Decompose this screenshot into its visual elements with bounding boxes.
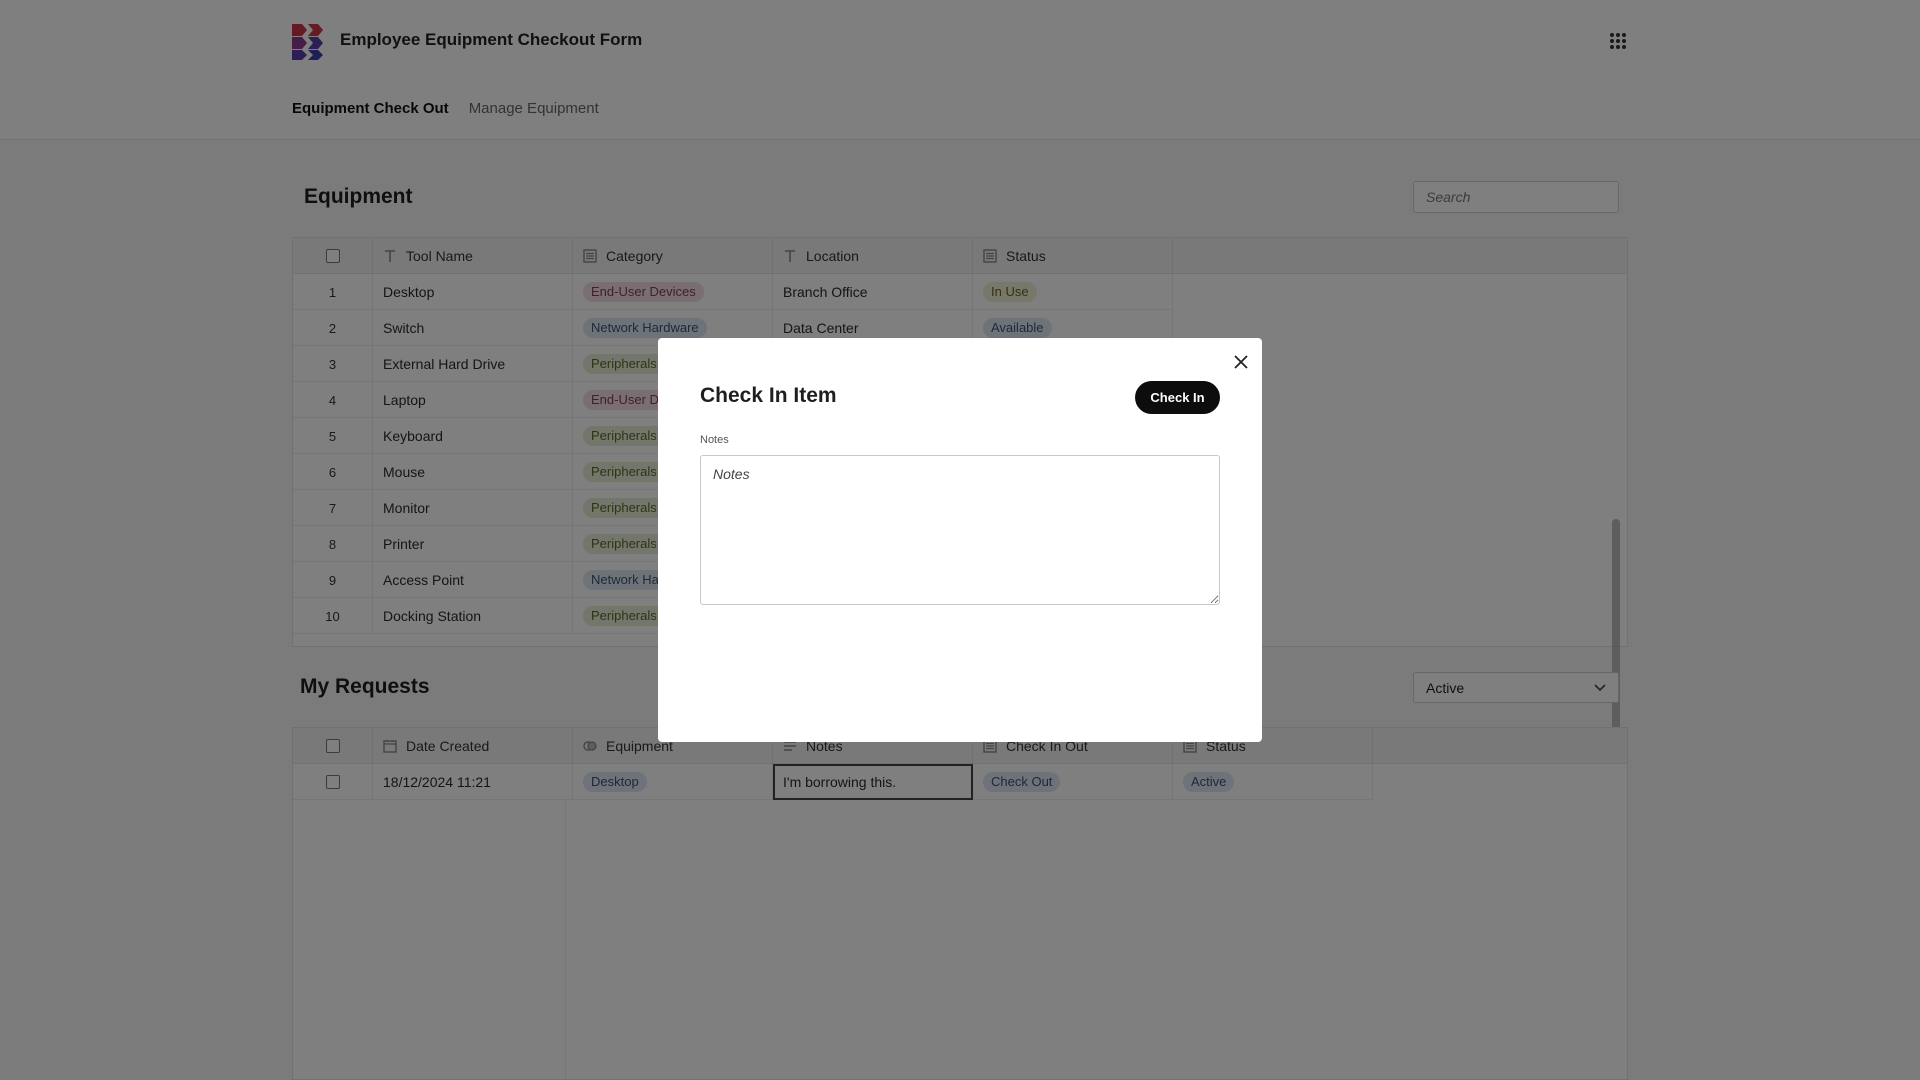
notes-label: Notes	[700, 434, 729, 446]
close-icon[interactable]	[1229, 350, 1253, 374]
modal-title: Check In Item	[700, 384, 837, 407]
notes-field[interactable]	[700, 455, 1220, 605]
check-in-modal: Check In Item Check In Notes	[658, 338, 1262, 742]
check-in-button[interactable]: Check In	[1135, 381, 1220, 414]
